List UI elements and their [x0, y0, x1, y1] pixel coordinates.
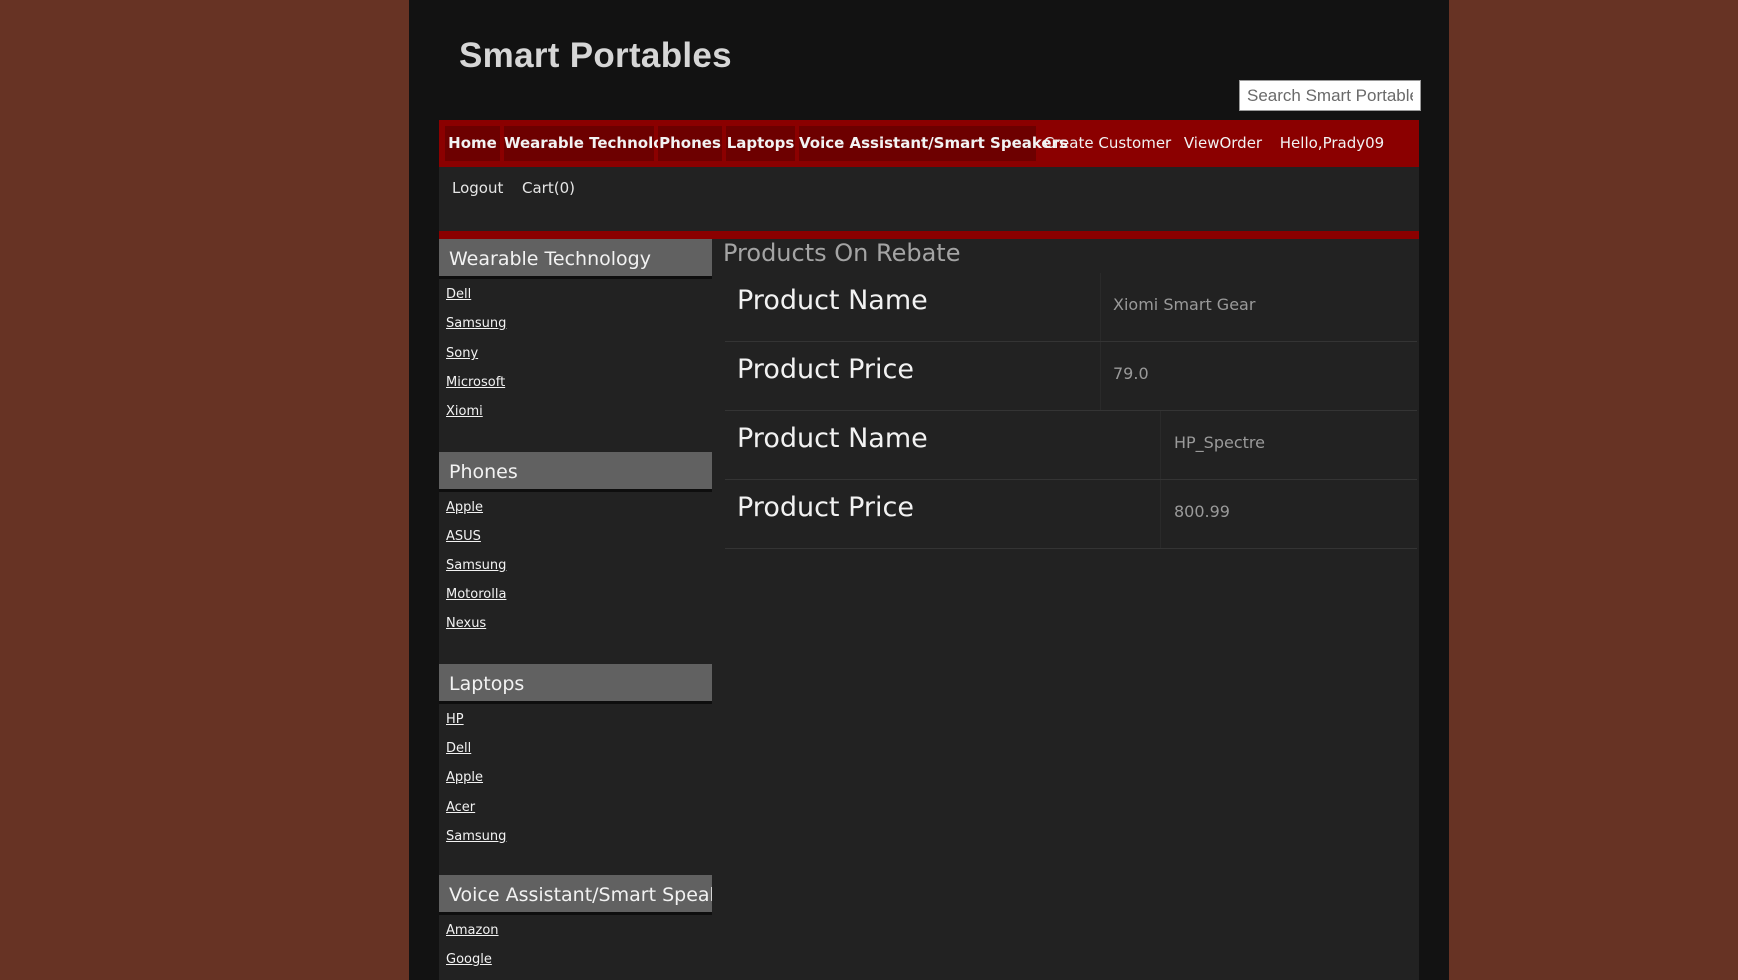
table-row: Product Price 79.0 [725, 342, 1417, 411]
nav-cart[interactable]: Cart(0) [522, 173, 575, 203]
sidebar-link-samsung[interactable]: Samsung [446, 558, 506, 573]
column-divider [1100, 342, 1101, 410]
sidebar: Wearable Technology Dell Samsung Sony Mi… [439, 239, 713, 980]
site-title: Smart Portables [459, 36, 732, 75]
sidebar-link-google[interactable]: Google [446, 952, 492, 967]
sidebar-link-microsoft[interactable]: Microsoft [446, 375, 505, 390]
row-value: Xiomi Smart Gear [1113, 295, 1256, 314]
nav-create-customer[interactable]: Create Customer [1042, 126, 1173, 161]
sidebar-link-apple[interactable]: Apple [446, 500, 483, 515]
sidebar-link-xiomi[interactable]: Xiomi [446, 404, 483, 419]
divider-bar [439, 231, 1419, 239]
column-divider [1160, 480, 1161, 548]
sidebar-link-nexus[interactable]: Nexus [446, 616, 486, 631]
sidebar-link-hp[interactable]: HP [446, 712, 464, 727]
sidebar-link-acer[interactable]: Acer [446, 800, 475, 815]
sidebar-heading-voice-assistant: Voice Assistant/Smart Speaker [439, 875, 712, 915]
section-title: Products On Rebate [723, 239, 961, 267]
nav-hello-user[interactable]: Hello,Prady09 [1273, 126, 1391, 161]
main-nav: Home Wearable Technology Phones Laptops … [439, 120, 1419, 167]
row-value: 800.99 [1174, 502, 1230, 521]
table-row: Product Price 800.99 [725, 480, 1417, 549]
nav-phones[interactable]: Phones [658, 126, 722, 161]
table-row: Product Name HP_Spectre [725, 411, 1417, 480]
row-label: Product Name [737, 285, 928, 316]
sidebar-link-dell[interactable]: Dell [446, 741, 471, 756]
sidebar-link-sony[interactable]: Sony [446, 346, 478, 361]
sidebar-link-dell[interactable]: Dell [446, 287, 471, 302]
page-container: Smart Portables Home Wearable Technology… [409, 0, 1449, 980]
nav-voice-assistant[interactable]: Voice Assistant/Smart Speakers [799, 126, 1068, 161]
main-content: Products On Rebate Product Name Xiomi Sm… [713, 239, 1419, 980]
column-divider [1160, 411, 1161, 479]
row-value: 79.0 [1113, 364, 1149, 383]
sidebar-heading-wearable-technology: Wearable Technology [439, 239, 712, 279]
nav-laptops[interactable]: Laptops [726, 126, 795, 161]
secondary-nav: Logout Cart(0) [439, 167, 1419, 231]
sidebar-link-motorolla[interactable]: Motorolla [446, 587, 506, 602]
search-input[interactable] [1239, 80, 1421, 111]
table-row: Product Name Xiomi Smart Gear [725, 273, 1417, 342]
sidebar-link-asus[interactable]: ASUS [446, 529, 481, 544]
nav-view-order[interactable]: ViewOrder [1178, 126, 1268, 161]
sidebar-link-apple[interactable]: Apple [446, 770, 483, 785]
row-label: Product Price [737, 354, 914, 385]
sidebar-link-amazon[interactable]: Amazon [446, 923, 499, 938]
column-divider [1100, 273, 1101, 341]
sidebar-link-samsung[interactable]: Samsung [446, 316, 506, 331]
sidebar-heading-phones: Phones [439, 452, 712, 492]
sidebar-link-samsung[interactable]: Samsung [446, 829, 506, 844]
row-label: Product Price [737, 492, 914, 523]
row-label: Product Name [737, 423, 928, 454]
nav-logout[interactable]: Logout [452, 173, 503, 203]
nav-home[interactable]: Home [445, 126, 500, 161]
sidebar-heading-laptops: Laptops [439, 664, 712, 704]
row-value: HP_Spectre [1174, 433, 1265, 452]
nav-wearable-technology[interactable]: Wearable Technology [504, 126, 684, 161]
